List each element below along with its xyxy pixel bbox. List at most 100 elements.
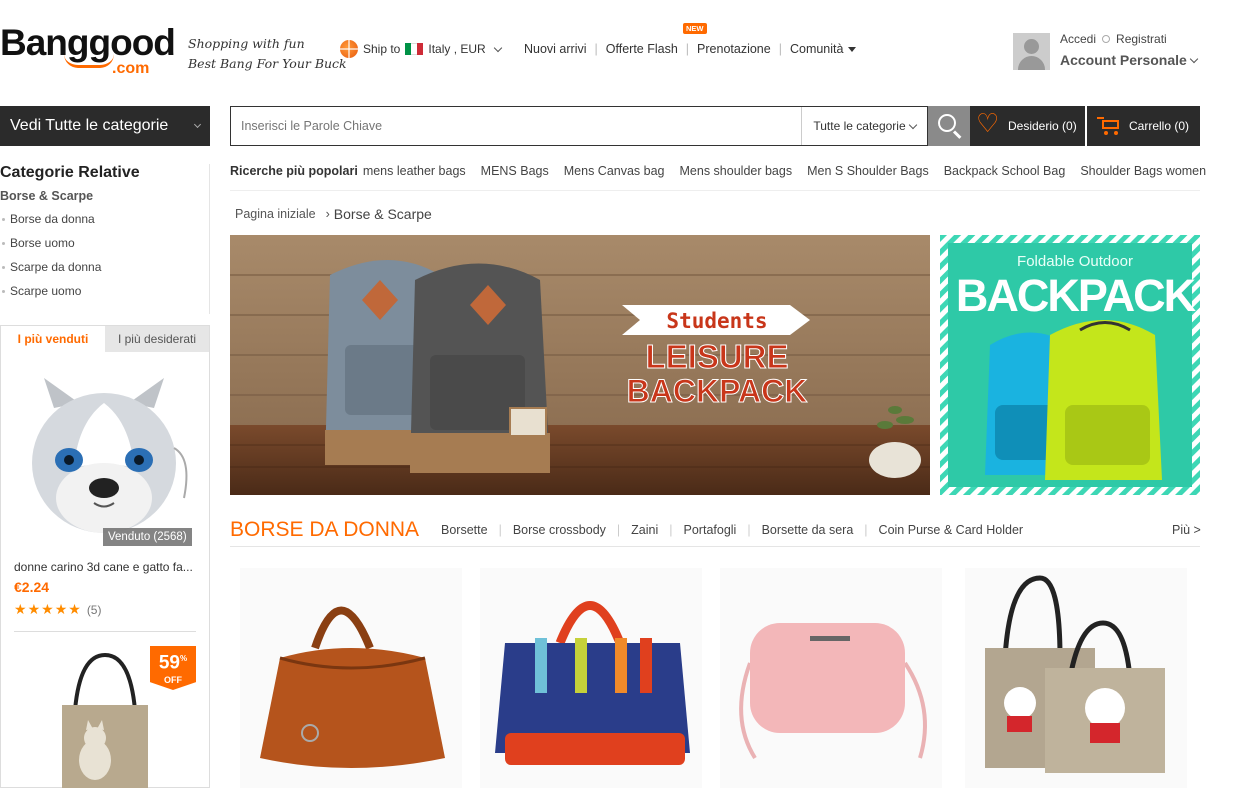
cart-icon <box>1097 116 1123 136</box>
star-icon: ★ <box>41 601 54 617</box>
all-categories-button[interactable]: Vedi Tutte le categorie <box>0 106 210 146</box>
section-tab-divider: | <box>498 523 502 537</box>
sidebar-product-divider <box>14 631 196 632</box>
nav-preorder[interactable]: Prenotazione <box>697 42 771 56</box>
ship-country: Italy , EUR <box>428 42 486 56</box>
rating-stars: ★ ★ ★ ★ ★ (5) <box>14 601 101 618</box>
section-tab[interactable]: Coin Purse & Card Holder <box>879 523 1024 537</box>
ship-to-selector[interactable]: Ship to Italy , EUR <box>340 40 502 58</box>
italy-flag-icon <box>405 43 424 55</box>
logo-smile-icon <box>64 54 114 68</box>
denim-colorful-handbag-image[interactable] <box>480 568 702 788</box>
search-icon <box>938 114 956 132</box>
students-backpack-banner[interactable]: Students LEISURE BACKPACK <box>230 235 930 495</box>
section-tab[interactable]: Borsette <box>441 523 488 537</box>
section-tab[interactable]: Zaini <box>631 523 658 537</box>
popular-term[interactable]: Men S Shoulder Bags <box>807 164 929 178</box>
login-link[interactable]: Accedi <box>1060 32 1096 46</box>
sidebar-divider <box>209 164 210 314</box>
caret-down-icon <box>848 47 857 53</box>
account-label: Account Personale <box>1060 52 1187 68</box>
heart-icon <box>976 108 1000 139</box>
section-tab-divider: | <box>616 523 621 537</box>
foldable-backpack-banner[interactable]: Foldable Outdoor BACKPACK <box>940 235 1200 495</box>
search-input[interactable] <box>231 107 801 145</box>
popular-term[interactable]: Mens Canvas bag <box>564 164 665 178</box>
tab-most-wished[interactable]: I più desiderati <box>105 326 209 352</box>
discount-value: 59 <box>158 652 180 674</box>
sidebar-item-scarpe-uomo[interactable]: Scarpe uomo <box>0 284 101 308</box>
search-bar: Tutte le categorie <box>230 106 928 146</box>
section-tab[interactable]: Portafogli <box>684 523 737 537</box>
ship-to-label: Ship to <box>363 42 401 56</box>
sold-count-badge: Venduto (2568) <box>103 528 192 546</box>
discount-badge: 59% OFF <box>150 646 196 690</box>
banner-backpack-text: BACKPACK <box>627 373 808 409</box>
popular-searches: Ricerche più popolari mens leather bags … <box>230 164 1206 178</box>
logo-com: .com <box>112 60 150 77</box>
popular-term[interactable]: Shoulder Bags women <box>1080 164 1206 178</box>
popular-searches-label: Ricerche più popolari <box>230 164 358 178</box>
dog-canvas-tote-image[interactable] <box>965 568 1187 788</box>
wishlist-button[interactable]: Desiderio (0) <box>970 106 1085 146</box>
discount-off-label: OFF <box>164 675 182 686</box>
popular-term[interactable]: mens leather bags <box>363 164 466 178</box>
sidebar-item-borse-donna[interactable]: Borse da donna <box>0 212 101 236</box>
category-select[interactable]: Tutte le categorie <box>801 107 927 145</box>
breadcrumb: Pagina iniziale › Borse & Scarpe <box>235 206 432 222</box>
cat-tote-bag-image[interactable] <box>50 650 160 788</box>
sidebar-item-scarpe-donna[interactable]: Scarpe da donna <box>0 260 101 284</box>
nav-new-arrivals[interactable]: Nuovi arrivi <box>524 42 587 56</box>
account-menu[interactable]: Account Personale <box>1060 52 1199 68</box>
star-icon: ★ <box>14 601 27 617</box>
banner-students-text: Students <box>666 309 767 333</box>
breadcrumb-current: Borse & Scarpe <box>333 206 432 222</box>
category-select-label: Tutte le categorie <box>813 119 906 133</box>
pink-crossbody-bag-image[interactable] <box>720 568 942 788</box>
nav-divider: | <box>594 42 598 56</box>
nav-flash-deals[interactable]: Offerte Flash <box>606 42 678 56</box>
cart-label: Carrello (0) <box>1129 119 1190 133</box>
sidebar-category-link[interactable]: Borse & Scarpe <box>0 189 93 203</box>
nav-divider: | <box>685 42 690 56</box>
star-icon: ★ <box>27 601 41 617</box>
sidebar-item-borse-uomo[interactable]: Borse uomo <box>0 236 101 260</box>
brown-leather-handbag-image[interactable] <box>240 568 462 788</box>
review-count[interactable]: (5) <box>87 603 102 617</box>
cart-button[interactable]: Carrello (0) <box>1087 106 1200 146</box>
account-links: Accedi Registrati <box>1060 32 1167 46</box>
section-tab[interactable]: Borsette da sera <box>762 523 854 537</box>
chevron-down-icon <box>193 120 202 129</box>
sidebar-product-price: €2.24 <box>14 579 50 595</box>
star-icon: ★ <box>54 601 68 617</box>
nav-community[interactable]: Comunità <box>790 42 857 56</box>
star-icon: ★ <box>68 601 81 617</box>
slogan-line-2: Best Bang For Your Buck <box>188 56 347 71</box>
popular-term[interactable]: Mens shoulder bags <box>680 164 793 178</box>
sidebar-list: Borse da donna Borse uomo Scarpe da donn… <box>0 212 101 308</box>
new-badge: NEW <box>683 23 707 34</box>
nav-divider: | <box>778 42 782 56</box>
avatar[interactable] <box>1013 33 1050 70</box>
breadcrumb-home[interactable]: Pagina iniziale <box>235 207 316 221</box>
chevron-down-icon <box>493 43 502 52</box>
popular-divider <box>230 190 1200 191</box>
section-tab-divider: | <box>747 523 751 537</box>
search-button[interactable] <box>928 106 970 146</box>
tab-best-sellers[interactable]: I più venduti <box>1 326 105 352</box>
register-link[interactable]: Registrati <box>1116 32 1167 46</box>
section-tab[interactable]: Borse crossbody <box>513 523 606 537</box>
discount-percent: % <box>180 654 188 663</box>
banner-leisure-text: LEISURE <box>645 338 788 375</box>
section-tab-divider: | <box>864 523 868 537</box>
dog-purse-image[interactable] <box>14 368 196 548</box>
sidebar-product-name[interactable]: donne carino 3d cane e gatto fa... <box>14 560 193 574</box>
section-tab-divider: | <box>669 523 673 537</box>
more-link[interactable]: Più > <box>1172 523 1201 537</box>
popular-term[interactable]: MENS Bags <box>481 164 549 178</box>
nav-community-label: Comunità <box>789 42 844 56</box>
chevron-down-icon <box>1189 54 1199 64</box>
banner-side-backpack-text: BACKPACK <box>956 270 1197 321</box>
sidebar-tabs: I più venduti I più desiderati <box>0 325 210 352</box>
popular-term[interactable]: Backpack School Bag <box>944 164 1066 178</box>
